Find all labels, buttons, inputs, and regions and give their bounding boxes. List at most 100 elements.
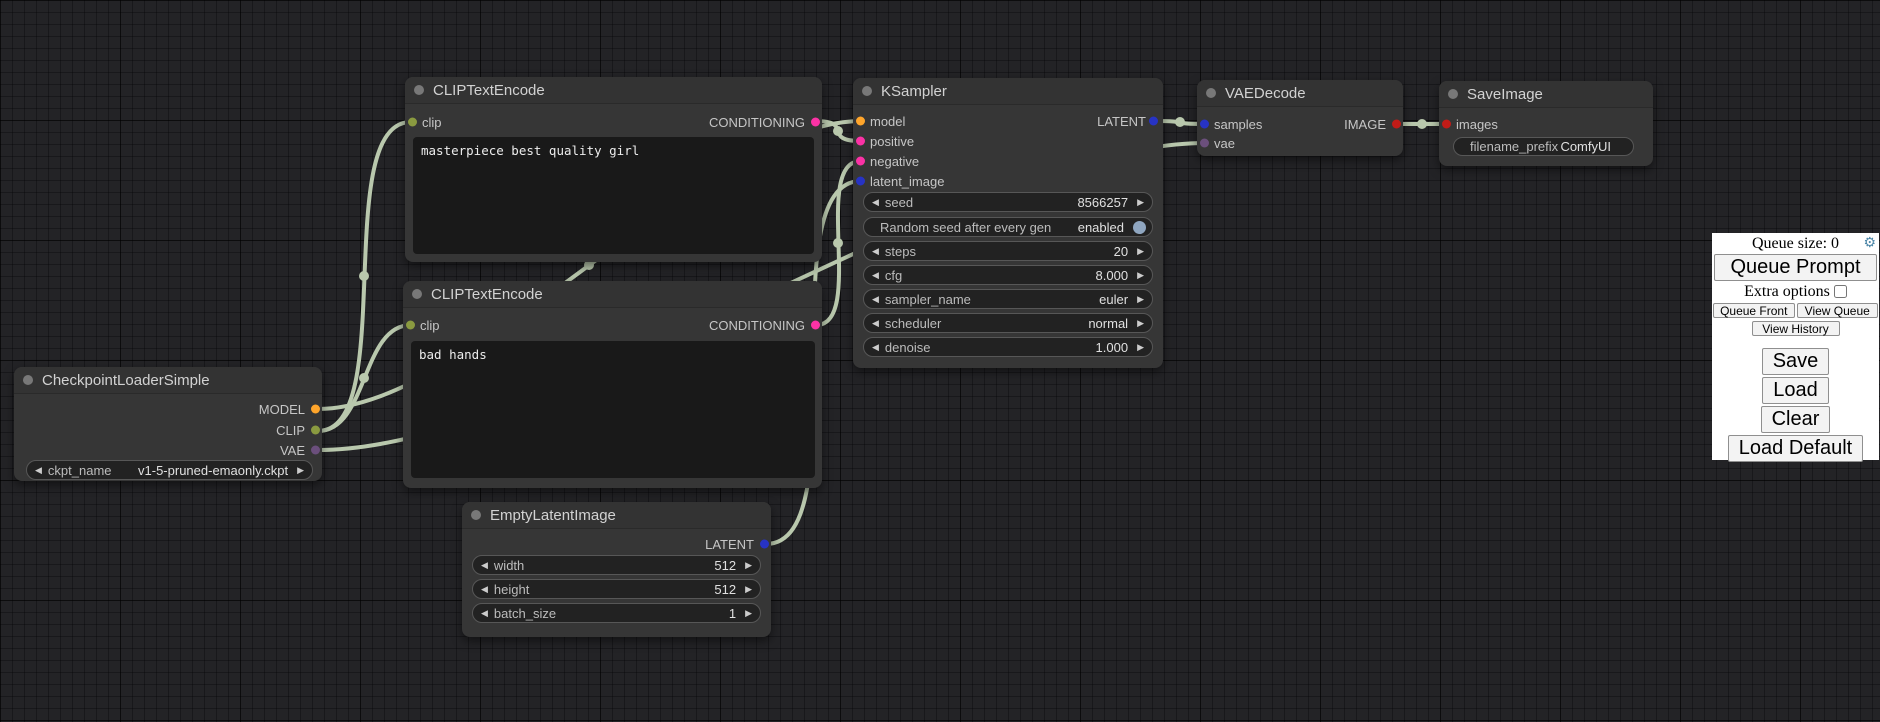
save-button[interactable]: Save (1762, 348, 1830, 375)
node-clip-text-encode-positive: CLIPTextEncode clip CONDITIONING masterp… (405, 77, 822, 262)
increment-arrow-icon[interactable]: ▶ (745, 561, 752, 570)
decrement-arrow-icon[interactable]: ◀ (481, 585, 488, 594)
prompt-text-area[interactable]: bad hands (411, 341, 815, 478)
sampler-name-widget[interactable]: ◀ sampler_name euler ▶ (863, 289, 1153, 309)
collapse-dot-icon[interactable] (471, 510, 481, 520)
vae-output-slot[interactable] (311, 446, 320, 455)
collapse-dot-icon[interactable] (414, 85, 424, 95)
widget-label: filename_prefix (1470, 139, 1558, 154)
node-title: CLIPTextEncode (433, 82, 545, 99)
slot-row: LATENT (462, 534, 771, 554)
collapse-dot-icon[interactable] (862, 86, 872, 96)
node-titlebar[interactable]: EmptyLatentImage (462, 502, 771, 529)
node-titlebar[interactable]: SaveImage (1439, 81, 1653, 108)
width-widget[interactable]: ◀ width 512 ▶ (472, 555, 761, 575)
latent-image-input-slot[interactable] (856, 177, 865, 186)
node-title: KSampler (881, 83, 947, 100)
conditioning-output-slot[interactable] (811, 321, 820, 330)
view-history-button[interactable]: View History (1752, 321, 1840, 336)
decrement-arrow-icon[interactable]: ◀ (872, 198, 879, 207)
positive-input-slot[interactable] (856, 137, 865, 146)
slot-row: vae (1197, 133, 1403, 153)
widget-label: denoise (885, 340, 931, 355)
toggle-on-icon[interactable] (1133, 221, 1146, 234)
clear-button[interactable]: Clear (1761, 406, 1831, 433)
wire-midpoint-dot (833, 238, 843, 248)
collapse-dot-icon[interactable] (1448, 89, 1458, 99)
comfyui-canvas[interactable]: CheckpointLoaderSimple MODEL CLIP VAE ◀ … (0, 0, 1880, 722)
widget-label: ckpt_name (48, 463, 112, 478)
increment-arrow-icon[interactable]: ▶ (745, 585, 752, 594)
collapse-dot-icon[interactable] (23, 375, 33, 385)
images-input-slot[interactable] (1442, 120, 1451, 129)
load-default-button[interactable]: Load Default (1728, 435, 1863, 462)
decrement-arrow-icon[interactable]: ◀ (872, 247, 879, 256)
model-output-slot[interactable] (311, 405, 320, 414)
increment-arrow-icon[interactable]: ▶ (1137, 319, 1144, 328)
node-clip-text-encode-negative: CLIPTextEncode clip CONDITIONING bad han… (403, 281, 822, 488)
decrement-arrow-icon[interactable]: ◀ (872, 295, 879, 304)
clip-output-slot[interactable] (311, 426, 320, 435)
queue-menu-panel: Queue size: 0 ⚙ Queue Prompt Extra optio… (1712, 233, 1879, 460)
increment-arrow-icon[interactable]: ▶ (1137, 198, 1144, 207)
latent-output-slot[interactable] (1149, 117, 1158, 126)
slot-row: VAE (14, 440, 322, 460)
decrement-arrow-icon[interactable]: ◀ (872, 271, 879, 280)
ckpt-name-widget[interactable]: ◀ ckpt_name v1-5-pruned-emaonly.ckpt ▶ (26, 460, 313, 480)
wire-midpoint-dot (1175, 117, 1185, 127)
scheduler-widget[interactable]: ◀ scheduler normal ▶ (863, 313, 1153, 333)
seed-widget[interactable]: ◀ seed 8566257 ▶ (863, 192, 1153, 212)
random-seed-toggle-widget[interactable]: Random seed after every gen enabled (863, 217, 1153, 237)
batch-size-widget[interactable]: ◀ batch_size 1 ▶ (472, 603, 761, 623)
node-titlebar[interactable]: CLIPTextEncode (405, 77, 822, 104)
steps-widget[interactable]: ◀ steps 20 ▶ (863, 241, 1153, 261)
decrement-arrow-icon[interactable]: ◀ (872, 319, 879, 328)
collapse-dot-icon[interactable] (412, 289, 422, 299)
increment-arrow-icon[interactable]: ▶ (1137, 295, 1144, 304)
load-button[interactable]: Load (1762, 377, 1829, 404)
negative-input-slot[interactable] (856, 157, 865, 166)
node-titlebar[interactable]: KSampler (853, 78, 1163, 105)
latent-output-slot[interactable] (760, 540, 769, 549)
widget-label: cfg (885, 268, 902, 283)
image-output-slot[interactable] (1392, 120, 1401, 129)
decrement-arrow-icon[interactable]: ◀ (872, 343, 879, 352)
settings-gear-icon[interactable]: ⚙ (1863, 235, 1876, 252)
queue-front-button[interactable]: Queue Front (1713, 303, 1795, 318)
increment-arrow-icon[interactable]: ▶ (1137, 271, 1144, 280)
decrement-arrow-icon[interactable]: ◀ (481, 561, 488, 570)
decrement-arrow-icon[interactable]: ◀ (35, 466, 42, 475)
widget-value: 1 (729, 606, 736, 621)
queue-buttons-row: Queue Front View Queue (1713, 303, 1878, 318)
wire-midpoint-dot (833, 126, 843, 136)
queue-prompt-button[interactable]: Queue Prompt (1714, 254, 1877, 281)
increment-arrow-icon[interactable]: ▶ (297, 466, 304, 475)
cfg-widget[interactable]: ◀ cfg 8.000 ▶ (863, 265, 1153, 285)
vae-input-slot[interactable] (1200, 139, 1209, 148)
decrement-arrow-icon[interactable]: ◀ (481, 609, 488, 618)
collapse-dot-icon[interactable] (1206, 88, 1216, 98)
node-titlebar[interactable]: CheckpointLoaderSimple (14, 367, 322, 394)
node-titlebar[interactable]: CLIPTextEncode (403, 281, 822, 308)
increment-arrow-icon[interactable]: ▶ (1137, 247, 1144, 256)
conditioning-output-slot[interactable] (811, 118, 820, 127)
widget-label: steps (885, 244, 916, 259)
node-titlebar[interactable]: VAEDecode (1197, 80, 1403, 107)
widget-label: height (494, 582, 529, 597)
increment-arrow-icon[interactable]: ▶ (1137, 343, 1144, 352)
node-save-image: SaveImage images filename_prefix ComfyUI (1439, 81, 1653, 166)
denoise-widget[interactable]: ◀ denoise 1.000 ▶ (863, 337, 1153, 357)
widget-value: normal (1088, 316, 1128, 331)
slot-row: CONDITIONING (405, 112, 822, 132)
view-queue-button[interactable]: View Queue (1797, 303, 1879, 318)
increment-arrow-icon[interactable]: ▶ (745, 609, 752, 618)
wire-midpoint-dot (359, 373, 369, 383)
height-widget[interactable]: ◀ height 512 ▶ (472, 579, 761, 599)
filename-prefix-widget[interactable]: filename_prefix ComfyUI (1453, 137, 1634, 156)
prompt-text-area[interactable]: masterpiece best quality girl (413, 137, 814, 254)
extra-options-checkbox[interactable] (1834, 285, 1847, 298)
widget-value: 512 (714, 558, 736, 573)
output-label: CONDITIONING (709, 318, 805, 333)
widget-value: 1.000 (1096, 340, 1129, 355)
output-label: MODEL (259, 402, 305, 417)
